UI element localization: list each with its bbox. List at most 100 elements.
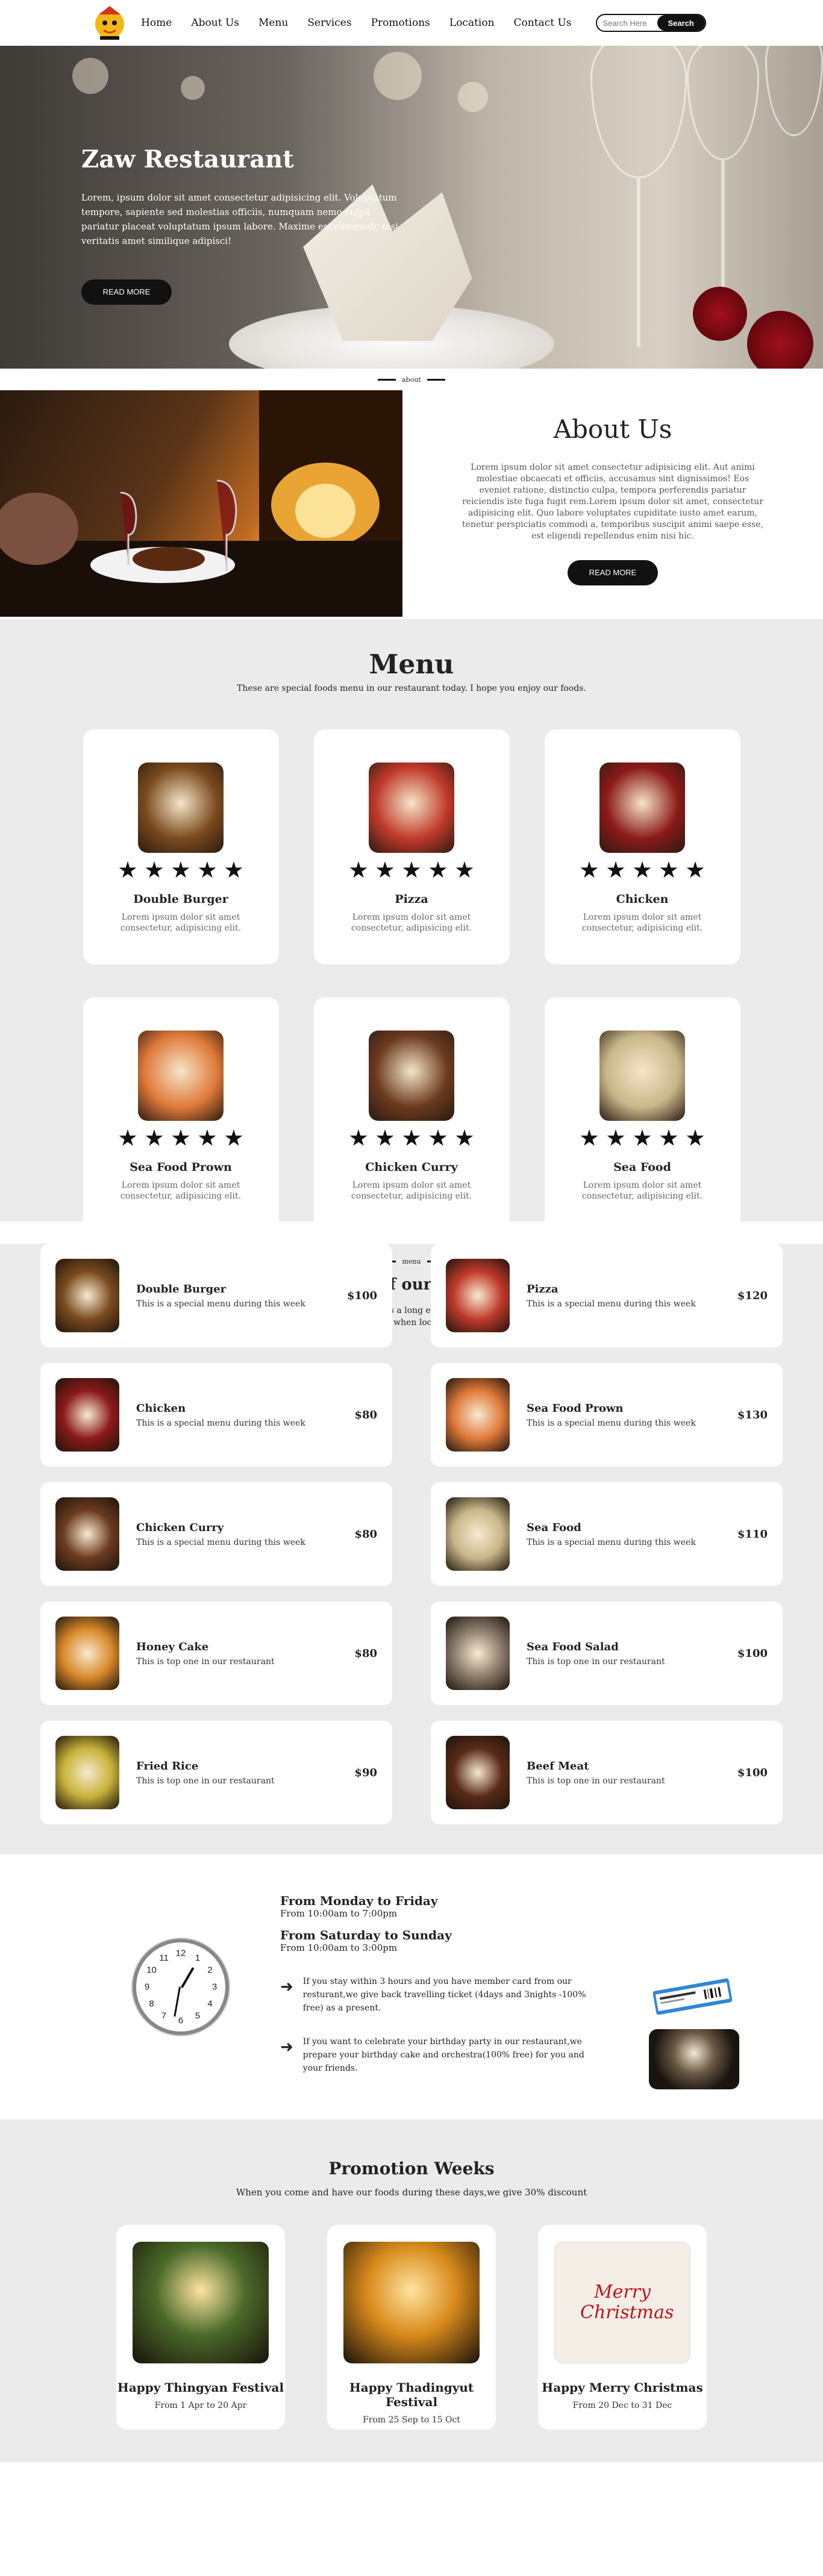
weekday-hours: From Monday to Friday From 10:00am to 7:…	[280, 1894, 437, 1919]
menu-item-price: $100	[346, 1289, 377, 1302]
menu-item-description: This is a special menu during this week	[527, 1418, 696, 1428]
menu-item-description: This is a special menu during this week	[527, 1299, 696, 1309]
promotion-title: Happy Merry Christmas	[542, 2380, 703, 2395]
menu-list-item[interactable]: Chicken This is a special menu during thi…	[40, 1363, 392, 1467]
about-read-more-button[interactable]: READ MORE	[568, 560, 658, 585]
menu-item-name: Sea Food Prown	[527, 1402, 624, 1415]
ticket-icon	[651, 1975, 735, 2022]
menu-card[interactable]: Chicken Lorem ipsum dolor sit amet consec…	[544, 729, 740, 964]
promotion-card[interactable]: Happy Thadingyut Festival From 25 Sep to …	[327, 2225, 496, 2430]
star-icon	[119, 1129, 137, 1146]
menu-card-text: Lorem ipsum dolor sit amet consectetur, …	[581, 912, 703, 933]
hero-title: Zaw Restaurant	[81, 145, 294, 173]
wine-glass	[590, 46, 687, 178]
menu-item-image	[55, 1259, 119, 1332]
rating-stars	[314, 1129, 510, 1147]
offer-birthday: ➜ If you want to celebrate your birthday…	[280, 2035, 606, 2075]
about-divider-label: about	[402, 375, 421, 384]
menu-list-item[interactable]: Chicken Curry This is a special menu duri…	[40, 1482, 392, 1586]
clock-hand	[181, 1967, 195, 1988]
star-icon	[349, 861, 368, 878]
menu-list-item[interactable]: Sea Food This is a special menu during th…	[431, 1482, 783, 1586]
menu-card-title: Sea Food	[613, 1161, 671, 1174]
nav-location[interactable]: Location	[449, 17, 495, 29]
promotion-card[interactable]: Happy Thingyan Festival From 1 Apr to 20 …	[116, 2225, 285, 2430]
promotion-image	[133, 2242, 269, 2363]
menu-item-image	[55, 1497, 119, 1571]
menu-item-description: This is a special menu during this week	[527, 1537, 696, 1547]
menu-card-image	[369, 763, 454, 853]
bokeh-light	[181, 76, 205, 100]
promotion-card[interactable]: Merry Christmas Happy Merry Christmas From…	[538, 2225, 707, 2430]
star-icon	[607, 861, 625, 878]
menu-list-item[interactable]: Sea Food Prown This is a special menu dur…	[431, 1363, 783, 1467]
menu-list-item[interactable]: Sea Food Salad This is top one in our res…	[431, 1601, 783, 1705]
menu-card[interactable]: Sea Food Prown Lorem ipsum dolor sit amet…	[83, 997, 279, 1232]
about-image	[0, 390, 402, 617]
menu-card[interactable]: Sea Food Lorem ipsum dolor sit amet conse…	[544, 997, 740, 1232]
menu-card[interactable]: Double Burger Lorem ipsum dolor sit amet …	[83, 729, 279, 964]
menu-item-name: Honey Cake	[136, 1640, 209, 1653]
rose-decoration	[693, 287, 747, 341]
wine-glass	[687, 46, 759, 160]
restaurant-logo[interactable]	[90, 4, 129, 42]
star-icon	[686, 861, 704, 878]
search-button[interactable]: Search	[657, 15, 705, 31]
menu-card-image	[369, 1031, 454, 1121]
hero-banner: Zaw Restaurant Lorem, ipsum dolor sit am…	[0, 46, 823, 369]
menu-item-info: Chicken This is a special menu during thi…	[136, 1402, 354, 1428]
clock-number: 2	[207, 1965, 213, 1976]
search-input[interactable]	[596, 18, 657, 28]
wine-glass	[765, 46, 823, 136]
clock-number: 6	[178, 2015, 184, 2026]
menu-card-grid: Double Burger Lorem ipsum dolor sit amet …	[0, 729, 823, 1232]
clock-number: 12	[175, 1948, 186, 1959]
clock-icon: 1 2 3 4 5 6 7 8 9 10 11 12	[133, 1939, 229, 2035]
weekday-title: From Monday to Friday	[280, 1894, 438, 1908]
menu-title: Menu	[369, 649, 454, 680]
menu-item-name: Chicken Curry	[136, 1521, 224, 1534]
promotion-image: Merry Christmas	[554, 2242, 690, 2363]
nav-home[interactable]: Home	[141, 17, 172, 29]
menu-item-price: $100	[737, 1766, 768, 1779]
menu-item-description: This is top one in our restaurant	[136, 1656, 275, 1667]
nav-menu[interactable]: Menu	[258, 17, 288, 29]
menu-card-text: Lorem ipsum dolor sit amet consectetur, …	[351, 912, 472, 933]
menu-item-info: Pizza This is a special menu during this …	[527, 1283, 737, 1309]
menu-item-name: Pizza	[527, 1282, 559, 1296]
nav-promotions[interactable]: Promotions	[371, 17, 430, 29]
nav-about-us[interactable]: About Us	[191, 17, 239, 29]
clock-number: 1	[195, 1953, 201, 1963]
menu-card[interactable]: Pizza Lorem ipsum dolor sit amet consecte…	[313, 729, 510, 964]
hero-read-more-button[interactable]: READ MORE	[81, 279, 172, 305]
nav-contact-us[interactable]: Contact Us	[514, 17, 572, 29]
star-icon	[455, 861, 474, 878]
menu-item-image	[446, 1378, 510, 1452]
clock-number: 8	[149, 1998, 154, 2009]
rose-decoration	[747, 311, 813, 369]
clock-number: 3	[211, 1982, 217, 1992]
star-icon	[376, 1129, 394, 1146]
promotions-section: Promotion Weeks When you come and have o…	[0, 2119, 823, 2462]
menu-item-description: This is a special menu during this week	[136, 1418, 305, 1428]
menu-item-description: This is a special menu during this week	[136, 1299, 305, 1309]
menu-list-item[interactable]: Double Burger This is a special menu duri…	[40, 1244, 392, 1347]
menu-list-item[interactable]: Honey Cake This is top one in our restaur…	[40, 1601, 392, 1705]
star-icon	[145, 1129, 163, 1146]
promotion-card-grid: Happy Thingyan Festival From 1 Apr to 20 …	[0, 2225, 823, 2430]
menu-card[interactable]: Chicken Curry Lorem ipsum dolor sit amet …	[313, 997, 510, 1232]
nav-services[interactable]: Services	[307, 17, 351, 29]
menu-list-item[interactable]: Fried Rice This is top one in our restaur…	[40, 1721, 392, 1824]
star-icon	[429, 861, 447, 878]
menu-item-info: Beef Meat This is top one in our restaura…	[527, 1760, 737, 1786]
bokeh-light	[458, 82, 488, 112]
menu-item-price: $80	[354, 1527, 377, 1541]
menu-list-item[interactable]: Beef Meat This is top one in our restaura…	[431, 1721, 783, 1824]
menu-list-item[interactable]: Pizza This is a special menu during this …	[431, 1244, 783, 1347]
menu-item-name: Sea Food Salad	[527, 1640, 619, 1653]
rating-stars	[314, 861, 510, 879]
menu-item-image	[446, 1259, 510, 1332]
menu-item-info: Sea Food Prown This is a special menu dur…	[527, 1402, 737, 1428]
menu-card-title: Chicken Curry	[365, 1161, 458, 1174]
rating-stars	[83, 1129, 279, 1147]
